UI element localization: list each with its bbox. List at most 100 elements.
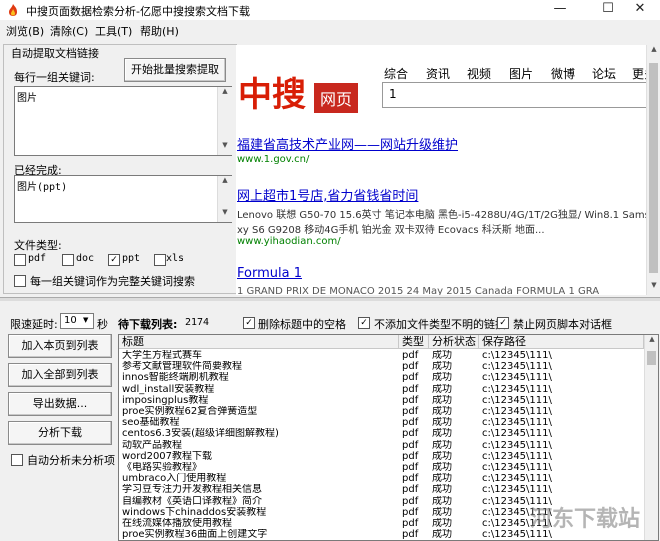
table-scroll-thumb[interactable] [647, 351, 656, 365]
nav-weibo[interactable]: 微博 [551, 65, 575, 82]
filetype-doc-label: doc [76, 253, 95, 264]
group-title: 自动提取文档链接 [9, 45, 101, 61]
remove-space-label: 删除标题中的空格 [258, 318, 346, 331]
cell-type: pdf [402, 406, 419, 417]
cell-title: wdl_install安装教程 [122, 383, 215, 395]
table-row[interactable]: 大学生方程式赛车 pdf 成功 c:\12345\111\ [119, 350, 644, 361]
keywords-scrollbar[interactable]: ▲ ▼ [217, 87, 232, 155]
cell-type: pdf [402, 439, 419, 451]
table-row[interactable]: word2007教程下载 pdf 成功 c:\12345\111\ [119, 451, 644, 462]
done-scrollbar[interactable]: ▲ ▼ [217, 176, 232, 222]
checkbox-ppt[interactable]: ✓ [108, 254, 120, 266]
nav-all[interactable]: 综合 [384, 65, 408, 82]
cell-status: 成功 [432, 372, 452, 384]
checkbox-pdf[interactable] [14, 254, 26, 266]
table-row[interactable]: proe实例教程62复合弹簧造型 pdf 成功 c:\12345\111\ [119, 406, 644, 417]
table-row[interactable]: 参考文献管理软件简要教程 pdf 成功 c:\12345\111\ [119, 361, 644, 372]
cell-status: 成功 [432, 506, 452, 518]
keywords-label: 每行一组关键词: [14, 71, 95, 84]
nav-forum[interactable]: 论坛 [592, 65, 616, 82]
checkbox-remove-space[interactable]: ✓ [243, 317, 255, 329]
cell-type: pdf [402, 450, 419, 462]
browser-scrollbar[interactable]: ▲ ▼ [646, 45, 660, 295]
col-header-path[interactable]: 保存路径 [479, 335, 644, 349]
table-row[interactable]: 动软产品教程 pdf 成功 c:\12345\111\ [119, 440, 644, 451]
queue-count: 2174 [185, 317, 210, 328]
checkbox-block-dialog[interactable]: ✓ [497, 317, 509, 329]
table-row[interactable]: 《电路实验教程》 pdf 成功 c:\12345\111\ [119, 462, 644, 473]
browser-panel[interactable]: 中搜 网页 综合 资讯 视频 图片 微博 论坛 更多 1 福建省高技术产业网——… [236, 45, 660, 295]
scroll-up-icon[interactable]: ▲ [218, 87, 232, 95]
checkbox-complete-keyword[interactable] [14, 275, 26, 287]
cell-type: pdf [402, 518, 419, 529]
search-input[interactable]: 1 [382, 82, 660, 108]
cell-path: c:\12345\111\ [482, 361, 552, 373]
delay-select[interactable]: 10 ▼ [60, 313, 94, 329]
menu-browse[interactable]: 浏览(B) [6, 23, 44, 39]
done-textarea[interactable]: 图片(ppt) [14, 175, 232, 223]
menu-clear[interactable]: 清除(C) [50, 23, 88, 39]
col-header-type[interactable]: 类型 [399, 335, 429, 349]
export-button[interactable]: 导出数据... [8, 392, 112, 416]
table-scrollbar[interactable]: ▲ [644, 335, 658, 540]
block-dialog-label: 禁止网页脚本对话框 [513, 318, 612, 331]
menu-tools[interactable]: 工具(T) [95, 23, 132, 39]
add-all-button[interactable]: 加入全部到列表 [8, 363, 112, 387]
cell-path: c:\12345\111\ [482, 417, 552, 429]
close-button[interactable]: ✕ [620, 0, 660, 20]
cell-title: word2007教程下载 [122, 450, 213, 462]
title-bar[interactable]: 中搜页面数据检索分析-亿愿中搜搜索文档下载 — ☐ ✕ [0, 0, 660, 20]
table-row[interactable]: umbraco入门使用教程 pdf 成功 c:\12345\111\ [119, 473, 644, 484]
checkbox-auto-analyze[interactable] [11, 454, 23, 466]
result-title-1[interactable]: 福建省高技术产业网——网站升级维护 [237, 134, 458, 153]
nav-news[interactable]: 资讯 [426, 65, 450, 82]
checkbox-skip-unknown[interactable]: ✓ [358, 317, 370, 329]
menu-help[interactable]: 帮助(H) [140, 23, 179, 39]
col-header-title[interactable]: 标题 [119, 335, 399, 349]
zhongsou-logo[interactable]: 中搜 [238, 67, 306, 116]
result-title-3[interactable]: Formula 1 [237, 266, 302, 281]
cell-path: c:\12345\111\ [482, 462, 552, 473]
cell-type: pdf [402, 484, 419, 496]
cell-type: pdf [402, 462, 419, 473]
cell-path: c:\12345\111\ [482, 394, 552, 406]
result-desc-2b: xy S6 G9208 移动4G手机 铂光金 双卡双待 Ecovacs 科沃斯 … [237, 225, 545, 236]
nav-video[interactable]: 视频 [467, 65, 491, 82]
cell-path: c:\12345\111\ [482, 450, 552, 462]
auto-analyze-label: 自动分析未分析项 [27, 454, 115, 467]
scroll-down-icon[interactable]: ▼ [218, 141, 232, 149]
table-row[interactable]: centos6.3安装(超级详细图解教程) pdf 成功 c:\12345\111\ [119, 428, 644, 439]
table-row[interactable]: 学习豆专注力开发教程相关信息 pdf 成功 c:\12345\111\ [119, 484, 644, 495]
cell-path: c:\12345\111\ [482, 372, 552, 384]
skip-unknown-label: 不添加文件类型不明的链接 [374, 318, 506, 331]
table-row[interactable]: wdl_install安装教程 pdf 成功 c:\12345\111\ [119, 384, 644, 395]
panel-splitter[interactable] [0, 297, 660, 301]
scroll-down-icon[interactable]: ▼ [218, 208, 232, 216]
checkbox-xls[interactable] [154, 254, 166, 266]
checkbox-doc[interactable] [62, 254, 74, 266]
chevron-down-icon[interactable]: ▼ [83, 316, 88, 324]
cell-type: pdf [402, 428, 419, 440]
scroll-up-icon[interactable]: ▲ [218, 176, 232, 184]
result-url-1[interactable]: www.1.gov.cn/ [237, 154, 309, 165]
table-row[interactable]: innos智能终端刷机教程 pdf 成功 c:\12345\111\ [119, 372, 644, 383]
batch-search-button[interactable]: 开始批量搜索提取 [124, 58, 226, 82]
result-title-2[interactable]: 网上超市1号店,省力省钱省时间 [237, 185, 418, 204]
cell-path: c:\12345\111\ [482, 428, 552, 440]
add-page-button[interactable]: 加入本页到列表 [8, 334, 112, 358]
table-row[interactable]: imposingplus教程 pdf 成功 c:\12345\111\ [119, 395, 644, 406]
nav-images[interactable]: 图片 [509, 65, 533, 82]
cell-status: 成功 [432, 518, 452, 529]
cell-status: 成功 [432, 529, 452, 541]
analyze-download-button[interactable]: 分析下载 [8, 421, 112, 445]
scroll-down-icon[interactable]: ▼ [647, 281, 660, 289]
result-url-2[interactable]: www.yihaodian.com/ [237, 236, 341, 247]
keywords-textarea[interactable]: 图片 [14, 86, 232, 156]
minimize-button[interactable]: — [540, 0, 580, 20]
browser-scroll-thumb[interactable] [649, 63, 658, 273]
col-header-status[interactable]: 分析状态 [429, 335, 479, 349]
table-row[interactable]: seo基础教程 pdf 成功 c:\12345\111\ [119, 417, 644, 428]
watermark-text: 河东下载站 [529, 507, 640, 532]
scroll-up-icon[interactable]: ▲ [647, 45, 660, 53]
scroll-up-icon[interactable]: ▲ [645, 335, 658, 343]
